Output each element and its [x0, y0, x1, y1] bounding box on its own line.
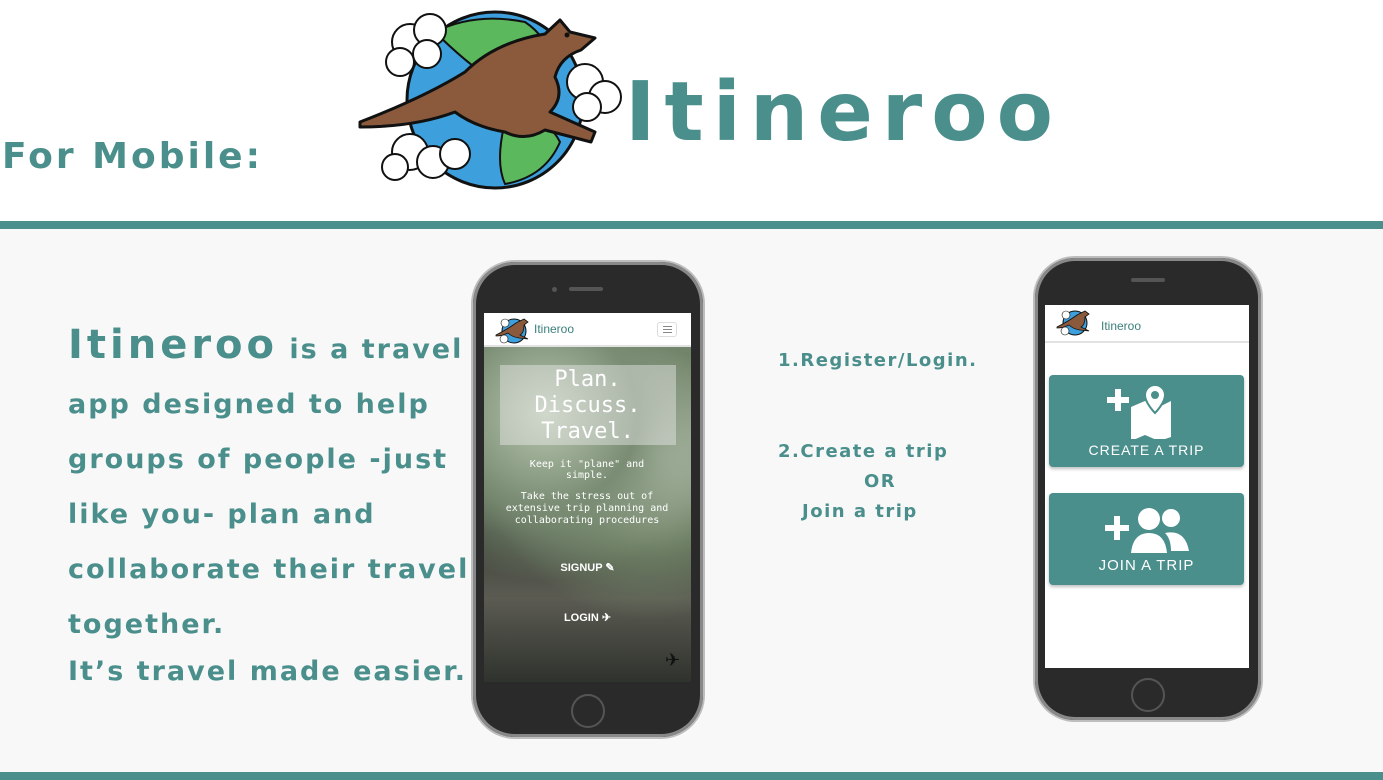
hero-line-travel: Travel.: [541, 419, 634, 444]
phone-screen-landing: Itineroo Plan. Discuss. Travel. Keep it …: [484, 313, 691, 682]
join-trip-label: JOIN A TRIP: [1098, 557, 1195, 574]
phone-mockup-dashboard: Itineroo CREATE A TRIP JOIN A TRIP: [1035, 258, 1261, 720]
description-brand-word: Itineroo: [68, 322, 279, 368]
hero-banner: Plan. Discuss. Travel. Keep it "plane" a…: [484, 347, 691, 682]
app-header: Itineroo: [1045, 305, 1249, 343]
phone-speaker: [569, 287, 603, 291]
phone-screen-dashboard: Itineroo CREATE A TRIP JOIN A TRIP: [1045, 305, 1249, 668]
login-button[interactable]: LOGIN ✈: [484, 611, 691, 624]
bottom-divider: [0, 772, 1383, 780]
step-register: 1.Register/Login.: [778, 350, 978, 371]
hero-subtitle: Keep it "plane" and simple.: [529, 459, 645, 481]
description-body: is a travel app designed to help groups …: [68, 334, 470, 640]
description-closing: It’s travel made easier.: [68, 656, 467, 687]
app-description: Itineroo is a travel app designed to hel…: [68, 318, 478, 652]
hamburger-menu-icon[interactable]: [657, 322, 677, 337]
join-trip-button[interactable]: JOIN A TRIP: [1049, 493, 1244, 585]
itineroo-logo: [358, 10, 622, 190]
phone-home-button: [1131, 678, 1165, 712]
create-trip-label: CREATE A TRIP: [1088, 442, 1205, 458]
signup-button[interactable]: SIGNUP ✎: [484, 561, 691, 574]
step-or: OR: [864, 471, 897, 492]
app-logo-icon: [1056, 310, 1090, 336]
top-divider: [0, 221, 1383, 229]
hero-description: Take the stress out of extensive trip pl…: [505, 491, 669, 526]
join-trip-users-icon: [1105, 508, 1189, 553]
create-trip-button[interactable]: CREATE A TRIP: [1049, 375, 1244, 467]
app-logo-icon: [495, 318, 529, 344]
step-join-trip: Join a trip: [802, 501, 918, 522]
plane-icon: ✈: [665, 650, 681, 671]
app-title: Itineroo: [534, 322, 575, 336]
phone-home-button: [571, 694, 605, 728]
phone-camera: [552, 287, 557, 292]
step-create-trip: 2.Create a trip: [778, 441, 949, 462]
phone-speaker: [1131, 278, 1165, 282]
platform-label: For Mobile:: [2, 136, 263, 177]
app-title: Itineroo: [1101, 319, 1142, 333]
create-trip-map-icon: [1107, 383, 1171, 439]
app-header: Itineroo: [484, 313, 691, 347]
hero-line-plan: Plan.: [554, 367, 621, 392]
phone-mockup-landing: Itineroo Plan. Discuss. Travel. Keep it …: [473, 262, 703, 737]
brand-title: Itineroo: [625, 65, 1062, 160]
hero-line-discuss: Discuss.: [534, 393, 641, 418]
